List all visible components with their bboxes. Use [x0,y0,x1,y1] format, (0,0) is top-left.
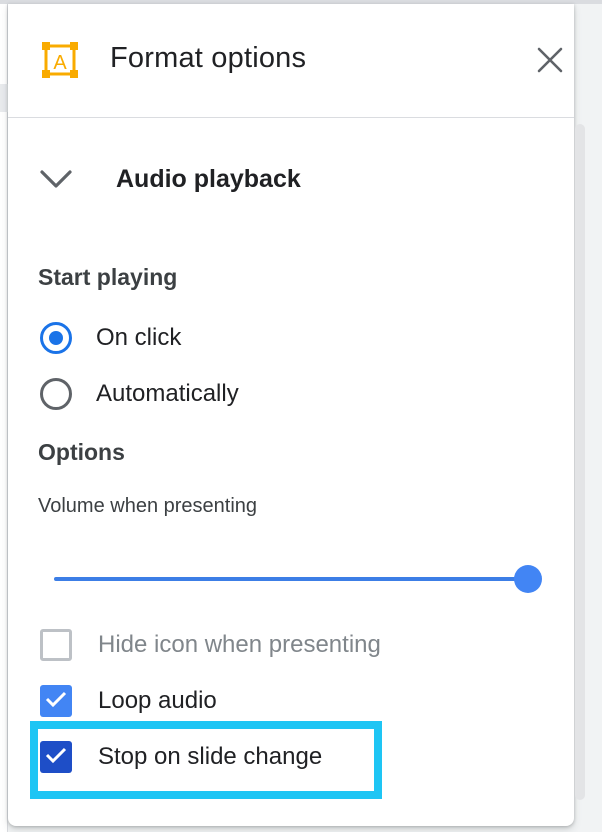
panel-title: Format options [110,42,307,74]
radio-label: On click [96,324,182,351]
close-button[interactable] [534,46,566,78]
checkbox-loop-audio[interactable]: Loop audio [40,683,217,719]
scrollbar-thumb[interactable] [575,124,585,800]
checkmark-icon [45,746,67,769]
checkbox-checked[interactable] [40,741,72,773]
slider-thumb[interactable] [514,565,542,593]
app-left-strip [0,84,8,112]
panel-scrollbar[interactable] [574,124,586,822]
panel-body: Audio playback Start playing On click Au… [8,119,574,826]
options-label: Options [38,439,125,465]
radio-on-click[interactable]: On click [40,320,181,356]
volume-slider[interactable] [54,563,542,595]
checkbox-label: Loop audio [98,687,217,714]
app-window: A Format options Audio playback Start pl… [0,0,602,832]
checkmark-icon [45,690,67,713]
checkbox-checked[interactable] [40,685,72,717]
checkbox-unchecked[interactable] [40,629,72,661]
radio-button-unchecked[interactable] [40,378,72,410]
audio-playback-section-toggle[interactable]: Audio playback [38,159,458,199]
slider-track-fill [54,577,528,581]
radio-label: Automatically [96,380,239,407]
svg-text:A: A [53,52,67,74]
panel-header: A Format options [8,4,574,118]
checkbox-hide-icon[interactable]: Hide icon when presenting [40,627,381,663]
checkbox-stop-on-slide-change[interactable]: Stop on slide change [40,739,322,775]
format-options-panel: A Format options Audio playback Start pl… [8,4,574,826]
app-left-edge [0,4,8,832]
text-box-icon: A [42,40,78,80]
close-icon [537,47,563,78]
start-playing-label: Start playing [38,264,178,290]
checkbox-label: Hide icon when presenting [98,631,381,658]
radio-automatically[interactable]: Automatically [40,376,239,412]
section-title: Audio playback [116,164,301,193]
volume-label: Volume when presenting [38,495,258,517]
radio-button-checked[interactable] [40,322,72,354]
chevron-down-icon [38,167,74,191]
checkbox-label: Stop on slide change [98,743,323,770]
